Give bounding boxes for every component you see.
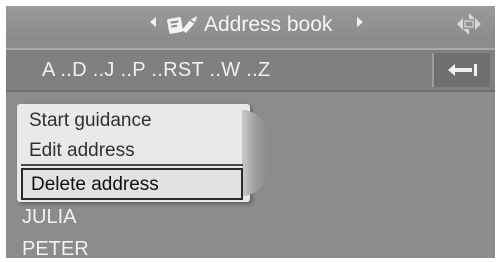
list-item[interactable]: PETER [22,234,89,258]
arrow-right-icon[interactable] [357,17,363,27]
arrow-left-icon[interactable] [150,17,156,27]
page-title: Address book [204,13,333,36]
menu-item-edit-address[interactable]: Edit address [21,136,243,166]
settings-icon[interactable] [454,11,484,37]
backspace-button[interactable] [432,53,490,87]
alphabet-ranges[interactable]: A ..D ..J ..P ..RST ..W ..Z [42,56,271,84]
menu-page-curl [242,110,268,196]
address-book-icon [167,16,197,34]
menu-item-delete-address[interactable]: Delete address [21,168,243,200]
screen: Address book A ..D ..J ..P ..RST ..W ..Z… [6,6,495,258]
menu-item-start-guidance[interactable]: Start guidance [21,106,243,136]
context-menu: Start guidance Edit address Delete addre… [17,104,268,202]
title-bar: Address book [6,6,495,42]
list-item[interactable]: JULIA [22,202,76,232]
alphabet-bar: A ..D ..J ..P ..RST ..W ..Z [6,48,495,92]
backspace-arrow-icon [448,64,477,76]
